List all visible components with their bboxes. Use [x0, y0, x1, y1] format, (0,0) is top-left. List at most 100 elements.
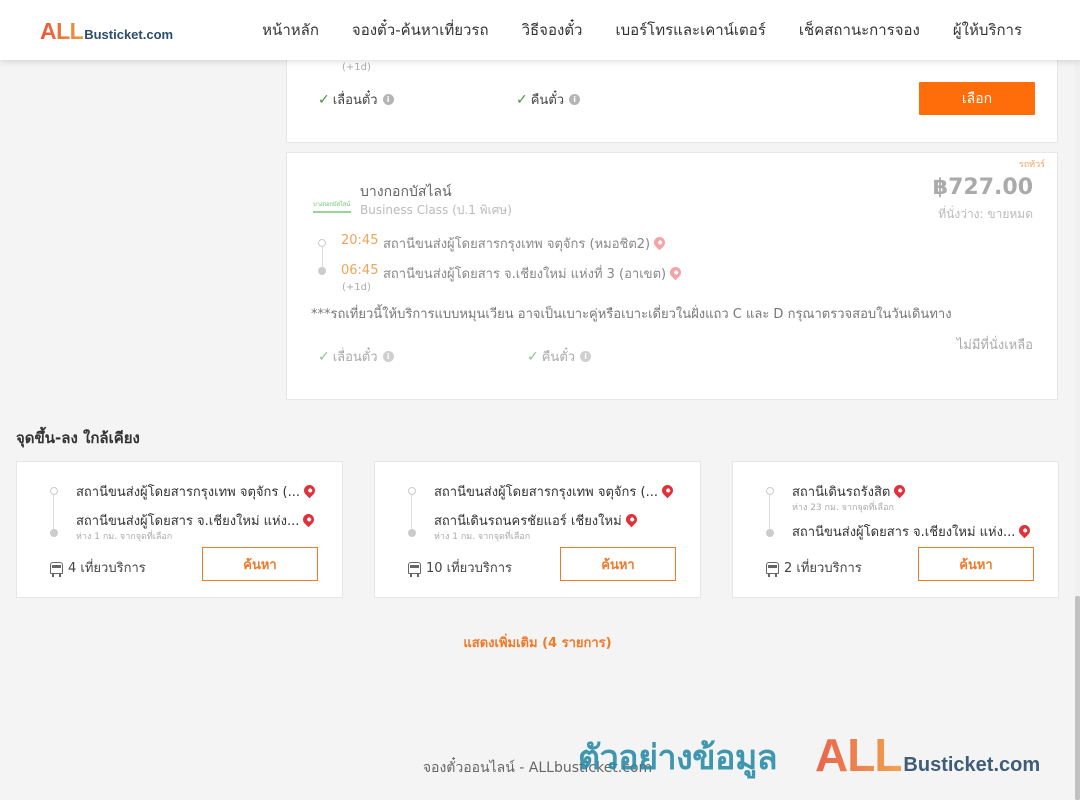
trip-count-label: 2 เที่ยวบริการ: [784, 561, 862, 576]
info-icon[interactable]: i: [382, 351, 394, 362]
arrival-dot: [318, 267, 326, 275]
refund-label: คืนตั๋ว: [541, 350, 576, 365]
nearby-route-card: สถานีเดินรถรังสิต ห่าง 23 กม. จากจุดที่เ…: [732, 461, 1059, 598]
scrollbar-thumb[interactable]: [1075, 596, 1080, 800]
to-station-name: สถานีขนส่งผู้โดยสาร จ.เชียงใหม่ แห่ง...: [792, 525, 1016, 540]
check-icon: ✓: [516, 91, 528, 108]
search-button[interactable]: ค้นหา: [202, 547, 318, 581]
info-icon[interactable]: i: [382, 94, 394, 105]
site-header: ALL Busticket.com หน้าหลัก จองตั๋ว-ค้นหา…: [0, 0, 1080, 60]
page-scrollbar[interactable]: [1075, 60, 1080, 800]
trip-count-label: 4 เที่ยวบริการ: [68, 561, 146, 576]
arrival-station-name: สถานีขนส่งผู้โดยสาร จ.เชียงใหม่ แห่งที่ …: [383, 267, 667, 282]
trip-count: 2 เที่ยวบริการ: [766, 557, 862, 578]
map-pin-icon[interactable]: [651, 234, 668, 251]
distance-note: ห่าง 1 กม. จากจุดที่เลือก: [434, 532, 531, 542]
watermark-logo: ALL Busticket.com: [815, 728, 1040, 782]
no-seat-status: ไม่มีที่นั่งเหลือ: [956, 338, 1033, 353]
watermark-text: ตัวอย่างข้อมูล: [578, 738, 778, 778]
trip-card-sold-out: รถทัวร์ บางกอกบัสไลน์ บางกอกบัสไลน์ Busi…: [286, 152, 1058, 400]
reschedule-label: เลื่อนตั๋ว: [332, 350, 378, 365]
trip-count: 10 เที่ยวบริการ: [408, 557, 512, 578]
watermark-logo-domain: Busticket.com: [903, 754, 1041, 776]
distance-note: ห่าง 1 กม. จากจุดที่เลือก: [76, 532, 173, 542]
reschedule-feature: ✓ เลื่อนตั๋ว i: [318, 346, 394, 367]
map-pin-icon[interactable]: [623, 511, 639, 528]
next-day-label: (+1d): [342, 62, 371, 73]
arrival-time: 06:45: [341, 263, 379, 278]
reschedule-label: เลื่อนตั๋ว: [332, 93, 378, 108]
nav-book-search[interactable]: จองตั๋ว-ค้นหาเที่ยวรถ: [352, 18, 489, 42]
bus-icon: [50, 561, 63, 577]
from-dot: [408, 487, 416, 495]
bus-icon: [408, 561, 421, 577]
operator-logo-text: บางกอกบัสไลน์: [313, 201, 351, 208]
logo-all: ALL: [40, 18, 84, 44]
map-pin-icon[interactable]: [301, 482, 318, 499]
nav-operators[interactable]: ผู้ให้บริการ: [953, 18, 1022, 42]
route-line: [411, 495, 412, 529]
check-icon: ✓: [318, 91, 330, 108]
route-line: [53, 495, 54, 529]
nearby-route-card: สถานีขนส่งผู้โดยสารกรุงเทพ จตุจักร (... …: [374, 461, 701, 598]
site-logo[interactable]: ALL Busticket.com: [40, 18, 173, 44]
logo-domain: Busticket.com: [84, 27, 174, 42]
search-button[interactable]: ค้นหา: [918, 547, 1034, 581]
seat-availability: ที่นั่งว่าง: ขายหมด: [938, 207, 1033, 221]
to-station-name: สถานีขนส่งผู้โดยสาร จ.เชียงใหม่ แห่ง...: [76, 514, 300, 529]
nav-phone-counters[interactable]: เบอร์โทรและเคาน์เตอร์: [615, 18, 765, 42]
to-station: สถานีขนส่งผู้โดยสาร จ.เชียงใหม่ แห่ง...: [792, 521, 1033, 542]
from-dot: [766, 487, 774, 495]
map-pin-icon[interactable]: [301, 511, 317, 528]
info-icon[interactable]: i: [569, 94, 581, 105]
check-icon: ✓: [318, 348, 330, 365]
departure-time: 20:45: [341, 233, 379, 248]
route-line: [322, 247, 323, 267]
operator-logo: บางกอกบัสไลน์: [313, 195, 351, 213]
reschedule-feature: ✓ เลื่อนตั๋ว i: [318, 89, 394, 110]
distance-note: ห่าง 23 กม. จากจุดที่เลือก: [792, 503, 894, 513]
to-dot: [408, 529, 416, 537]
nav-home[interactable]: หน้าหลัก: [262, 18, 319, 42]
trip-count: 4 เที่ยวบริการ: [50, 557, 146, 578]
to-dot: [50, 529, 58, 537]
departure-station-name: สถานีขนส่งผู้โดยสารกรุงเทพ จตุจักร (หมอช…: [383, 237, 651, 252]
check-icon: ✓: [527, 348, 539, 365]
refund-feature: ✓ คืนตั๋ว i: [516, 89, 581, 110]
main-nav: หน้าหลัก จองตั๋ว-ค้นหาเที่ยวรถ วิธีจองตั…: [262, 0, 1022, 60]
arrival-station: สถานีขนส่งผู้โดยสาร จ.เชียงใหม่ แห่งที่ …: [383, 263, 684, 284]
to-station-name: สถานีเดินรถนครชัยแอร์ เชียงใหม่: [434, 514, 622, 529]
nav-how-to-book[interactable]: วิธีจองตั๋ว: [522, 18, 583, 42]
from-station: สถานีขนส่งผู้โดยสารกรุงเทพ จตุจักร (...: [76, 481, 318, 502]
bus-class: Business Class (ป.1 พิเศษ): [360, 203, 512, 217]
from-station-name: สถานีขนส่งผู้โดยสารกรุงเทพ จตุจักร (...: [76, 485, 300, 500]
map-pin-icon[interactable]: [1017, 522, 1033, 539]
nearby-section-title: จุดขึ้น-ลง ใกล้เคียง: [16, 429, 140, 447]
operator-name: บางกอกบัสไลน์: [360, 184, 452, 200]
to-station: สถานีขนส่งผู้โดยสาร จ.เชียงใหม่ แห่ง...: [76, 510, 317, 531]
bus-type-badge: รถทัวร์: [1018, 160, 1045, 170]
departure-dot: [318, 239, 326, 247]
map-pin-icon[interactable]: [667, 264, 684, 281]
route-line: [769, 495, 770, 529]
from-station-name: สถานีเดินรถรังสิต: [792, 485, 891, 500]
refund-label: คืนตั๋ว: [530, 93, 565, 108]
show-more-link[interactable]: แสดงเพิ่มเติม (4 รายการ): [0, 632, 1075, 653]
from-station: สถานีขนส่งผู้โดยสารกรุงเทพ จตุจักร (...: [434, 481, 676, 502]
departure-station: สถานีขนส่งผู้โดยสารกรุงเทพ จตุจักร (หมอช…: [383, 233, 668, 254]
next-day-label: (+1d): [342, 282, 371, 293]
from-station-name: สถานีขนส่งผู้โดยสารกรุงเทพ จตุจักร (...: [434, 485, 658, 500]
trip-count-label: 10 เที่ยวบริการ: [426, 561, 512, 576]
search-button[interactable]: ค้นหา: [560, 547, 676, 581]
ticket-price: ฿727.00: [932, 175, 1033, 200]
info-icon[interactable]: i: [580, 351, 592, 362]
map-pin-icon[interactable]: [892, 482, 908, 499]
refund-feature: ✓ คืนตั๋ว i: [527, 346, 592, 367]
to-dot: [766, 529, 774, 537]
map-pin-icon[interactable]: [659, 482, 676, 499]
bus-icon: [766, 561, 779, 577]
nav-check-booking[interactable]: เช็คสถานะการจอง: [799, 18, 920, 42]
trip-note: ***รถเที่ยวนี้ให้บริการแบบหมุนเวียน อาจเ…: [311, 307, 952, 322]
from-station: สถานีเดินรถรังสิต: [792, 481, 908, 502]
select-button[interactable]: เลือก: [919, 82, 1035, 115]
